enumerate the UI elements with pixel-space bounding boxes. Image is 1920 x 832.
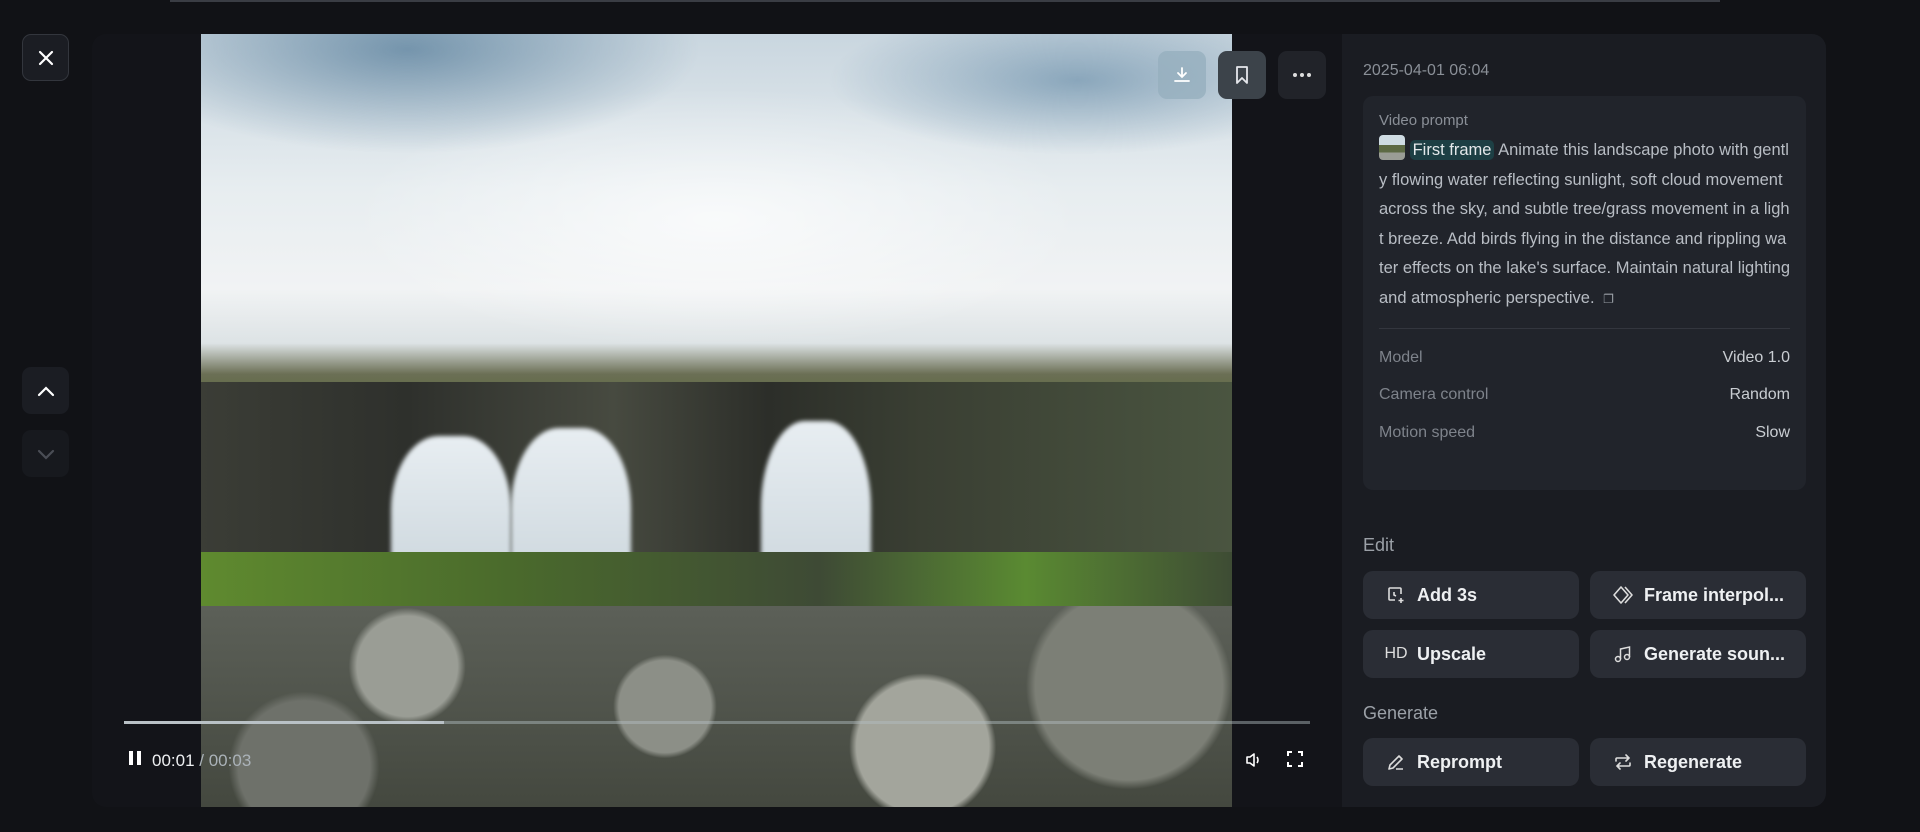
hd-icon: HD: [1384, 645, 1408, 662]
close-button[interactable]: [22, 34, 69, 81]
fullscreen-button[interactable]: [1286, 750, 1304, 775]
progress-fill: [124, 721, 445, 724]
diamond-icon: [1613, 586, 1633, 604]
setting-row: Model Video 1.0: [1379, 339, 1790, 377]
more-options-button[interactable]: [1278, 51, 1326, 99]
frame-interpolation-button[interactable]: Frame interpol...: [1590, 571, 1806, 619]
repeat-icon: [1615, 754, 1631, 770]
button-label: Reprompt: [1417, 751, 1502, 772]
setting-row: Motion speed Slow: [1379, 414, 1790, 452]
add-3s-button[interactable]: Add 3s: [1363, 571, 1579, 619]
reprompt-button[interactable]: Reprompt: [1363, 738, 1579, 786]
created-date: 2025-04-01 06:04: [1363, 62, 1490, 79]
button-label: Upscale: [1417, 643, 1487, 664]
pause-icon: [129, 751, 141, 765]
setting-key: Camera control: [1379, 386, 1489, 404]
setting-key: Motion speed: [1379, 423, 1476, 441]
chevron-up-icon: [37, 385, 54, 396]
setting-row: Camera control Random: [1379, 377, 1790, 415]
regenerate-button[interactable]: Regenerate: [1590, 738, 1806, 786]
first-frame-tag[interactable]: First frame: [1409, 140, 1495, 160]
video-frame[interactable]: [201, 34, 1232, 807]
music-note-icon: [1614, 646, 1631, 663]
bookmark-button[interactable]: [1218, 51, 1266, 99]
download-icon: [1174, 67, 1190, 82]
bookmark-icon: [1236, 66, 1248, 84]
upscale-button[interactable]: HD Upscale: [1363, 630, 1579, 678]
copy-icon[interactable]: ❐: [1603, 285, 1614, 315]
button-label: Add 3s: [1417, 584, 1478, 605]
button-label: Generate soun...: [1644, 643, 1786, 664]
detail-modal: 00:01 / 00:03 2025-04-01 06:04 Video pro…: [92, 34, 1826, 807]
previous-button[interactable]: [22, 367, 69, 414]
video-player[interactable]: 00:01 / 00:03: [92, 34, 1342, 807]
generate-sound-button[interactable]: Generate soun...: [1590, 630, 1806, 678]
setting-value: Video 1.0: [1722, 348, 1790, 366]
prompt-text: Animate this landscape photo with gently…: [1379, 141, 1790, 307]
first-frame-thumbnail[interactable]: [1379, 135, 1405, 160]
button-label: Regenerate: [1644, 751, 1743, 772]
current-time: 00:01: [152, 750, 195, 770]
setting-key: Model: [1379, 348, 1423, 366]
setting-value: Random: [1729, 386, 1790, 404]
divider: [1379, 328, 1790, 329]
clock-plus-icon: [1388, 587, 1404, 603]
details-panel: 2025-04-01 06:04 Video prompt First fram…: [1342, 34, 1826, 807]
prompt-card: Video prompt First frame Animate this la…: [1363, 96, 1806, 490]
next-button[interactable]: [22, 430, 69, 477]
prompt-text-block: First frame Animate this landscape photo…: [1379, 135, 1790, 314]
chevron-down-icon: [37, 449, 54, 460]
pause-button[interactable]: [128, 750, 142, 771]
top-divider: [170, 0, 1720, 2]
download-button[interactable]: [1158, 51, 1206, 99]
pencil-icon: [1388, 755, 1403, 770]
prompt-label: Video prompt: [1379, 112, 1468, 129]
total-time: / 00:03: [199, 750, 252, 770]
volume-button[interactable]: [1244, 750, 1264, 775]
progress-bar[interactable]: [124, 721, 1310, 724]
setting-value: Slow: [1755, 423, 1790, 441]
fullscreen-icon: [1287, 751, 1303, 767]
button-label: Frame interpol...: [1644, 584, 1785, 605]
close-icon: [38, 50, 53, 65]
volume-icon: [1246, 753, 1259, 767]
generate-section-label: Generate: [1363, 703, 1439, 723]
more-icon: [1293, 73, 1311, 77]
edit-section-label: Edit: [1363, 535, 1395, 555]
